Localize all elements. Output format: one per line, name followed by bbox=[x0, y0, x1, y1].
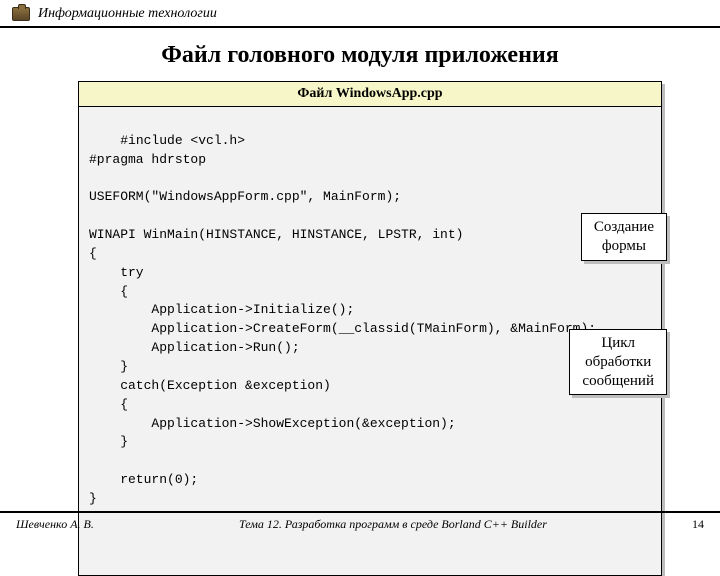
footer-topic: Тема 12. Разработка программ в среде Bor… bbox=[94, 517, 692, 532]
code-text: #include <vcl.h> #pragma hdrstop USEFORM… bbox=[89, 133, 596, 506]
briefcase-icon bbox=[12, 7, 30, 21]
annotation-create-form: Создание формы bbox=[581, 213, 667, 261]
header-bar: Информационные технологии bbox=[0, 0, 720, 28]
code-caption: Файл WindowsApp.cpp bbox=[79, 82, 661, 107]
footer: Шевченко А. В. Тема 12. Разработка прогр… bbox=[0, 511, 720, 532]
code-frame: Файл WindowsApp.cpp #include <vcl.h> #pr… bbox=[78, 81, 662, 576]
page-title: Файл головного модуля приложения bbox=[0, 42, 720, 69]
footer-author: Шевченко А. В. bbox=[16, 517, 94, 532]
course-title: Информационные технологии bbox=[38, 6, 217, 22]
code-body: #include <vcl.h> #pragma hdrstop USEFORM… bbox=[79, 107, 661, 575]
annotation-message-loop: Цикл обработки сообщений bbox=[569, 329, 667, 395]
footer-page-number: 14 bbox=[692, 517, 704, 532]
